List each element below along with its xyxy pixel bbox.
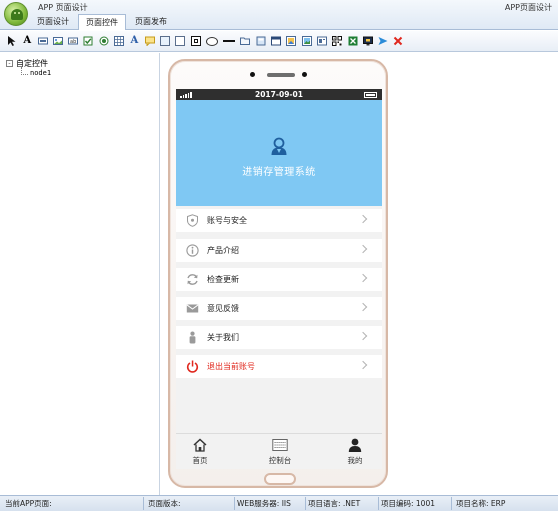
menu-label: 意见反馈 (207, 304, 239, 313)
menu-label: 账号与安全 (207, 216, 247, 225)
info-icon (186, 244, 199, 257)
title-bar: APP 页面设计 APP页面设计 页面设计 页面控件 页面发布 (0, 0, 558, 30)
status-project-name: 项目名称: ERP (456, 499, 506, 508)
svg-text:ab: ab (70, 39, 76, 45)
tab-page-publish[interactable]: 页面发布 (128, 14, 174, 29)
mail-icon (186, 304, 199, 313)
checkbox-icon[interactable] (83, 36, 93, 46)
nav-label: 我的 (347, 456, 363, 465)
nav-home[interactable]: 首页 (180, 437, 220, 469)
keyboard-icon (272, 439, 288, 451)
refresh-icon (187, 274, 198, 285)
camera-icon (250, 72, 255, 77)
nav-label: 首页 (192, 456, 208, 465)
app-title: 进销存管理系统 (242, 167, 316, 178)
ellipse-icon[interactable] (205, 36, 218, 46)
chevron-right-icon (358, 214, 368, 224)
excel-icon[interactable] (348, 36, 358, 46)
battery-icon (364, 92, 377, 98)
status-divider (234, 497, 235, 510)
tab-page-design[interactable]: 页面设计 (30, 14, 76, 29)
monitor-icon[interactable] (362, 36, 373, 46)
radio-icon[interactable] (99, 36, 109, 46)
shield-icon (187, 214, 198, 227)
nav-profile[interactable]: 我的 (335, 437, 375, 469)
pointer-icon[interactable] (7, 36, 17, 46)
sensor-icon (302, 72, 307, 77)
chevron-right-icon (358, 360, 368, 370)
chevron-right-icon (358, 273, 368, 283)
menu-label: 退出当前账号 (207, 362, 255, 371)
nav-label: 控制台 (268, 456, 292, 465)
line-icon[interactable] (223, 40, 236, 42)
menu-item-check-update[interactable]: 检查更新 (176, 268, 382, 291)
control-tree-panel: - 自定控件 node1 (0, 53, 160, 495)
comment-icon[interactable] (144, 36, 155, 46)
person-icon (189, 331, 196, 344)
chevron-right-icon (358, 302, 368, 312)
user-avatar-icon (271, 137, 287, 155)
table-icon[interactable] (114, 36, 125, 46)
image-icon[interactable] (52, 36, 63, 46)
status-divider (305, 497, 306, 510)
menu-label: 检查更新 (207, 275, 239, 284)
menu-item-product-intro[interactable]: 产品介绍 (176, 239, 382, 262)
menu-item-about-us[interactable]: 关于我们 (176, 326, 382, 349)
home-icon (193, 438, 207, 452)
speaker-grille (267, 73, 295, 77)
textbox-icon[interactable]: ab (68, 36, 79, 46)
status-divider (378, 497, 379, 510)
app-banner: 进销存管理系统 (176, 100, 382, 206)
window-title-right: APP页面设计 (504, 3, 552, 12)
status-divider (451, 497, 452, 510)
window-icon[interactable] (271, 36, 282, 46)
tab-page-controls[interactable]: 页面控件 (78, 14, 126, 30)
chevron-right-icon (358, 331, 368, 341)
frame-icon[interactable] (316, 36, 327, 46)
control-toolbar: A ab A (0, 31, 558, 52)
nav-console[interactable]: 控制台 (260, 437, 300, 469)
bottom-navigation: 首页 控制台 我的 (176, 433, 382, 469)
phone-frame: 2017-09-01 进销存管理系统 账号与安全 产品介绍 检查更新 意见反馈 … (168, 59, 388, 488)
tree-node-child[interactable]: node1 (30, 69, 51, 77)
tree-collapse-icon[interactable]: - (6, 60, 13, 67)
phone-screen: 2017-09-01 进销存管理系统 账号与安全 产品介绍 检查更新 意见反馈 … (176, 89, 382, 469)
send-icon[interactable] (378, 36, 388, 46)
phone-status-bar: 2017-09-01 (176, 89, 382, 100)
menu-label: 关于我们 (207, 333, 239, 342)
menu-item-account-security[interactable]: 账号与安全 (176, 209, 382, 232)
status-web-server: WEB服务器: IIS (237, 499, 291, 508)
panel-icon[interactable] (159, 36, 170, 46)
text-icon[interactable]: A (22, 35, 32, 47)
delete-icon[interactable] (393, 36, 403, 46)
design-canvas[interactable]: 2017-09-01 进销存管理系统 账号与安全 产品介绍 检查更新 意见反馈 … (161, 53, 558, 495)
status-page-version: 页面版本: (148, 499, 181, 508)
status-language: 项目语言: .NET (308, 499, 361, 508)
picture-icon[interactable] (286, 36, 297, 46)
filled-rect-icon[interactable] (190, 36, 201, 46)
user-icon (348, 438, 362, 452)
chevron-right-icon (358, 244, 368, 254)
status-current-page: 当前APP页面: (5, 499, 52, 508)
status-divider (143, 497, 144, 510)
tree-connector (21, 67, 28, 75)
status-time: 2017-09-01 (255, 90, 303, 99)
status-bar: 当前APP页面: 页面版本: WEB服务器: IIS 项目语言: .NET 项目… (0, 495, 558, 511)
label-icon[interactable] (37, 36, 48, 46)
document-icon[interactable] (256, 36, 266, 46)
menu-item-logout[interactable]: 退出当前账号 (176, 355, 382, 378)
home-button[interactable] (264, 473, 296, 485)
status-project-code: 项目编码: 1001 (381, 499, 435, 508)
android-logo-icon[interactable] (4, 2, 28, 26)
rectangle-icon[interactable] (175, 36, 186, 46)
folder-icon[interactable] (240, 36, 251, 46)
window-title: APP 页面设计 (38, 3, 88, 12)
ribbon-tabs: 页面设计 页面控件 页面发布 (30, 14, 176, 30)
power-icon (186, 360, 199, 373)
qrcode-icon[interactable] (332, 36, 343, 46)
gallery-icon[interactable] (301, 36, 312, 46)
menu-label: 产品介绍 (207, 246, 239, 255)
font-icon[interactable]: A (129, 35, 139, 47)
menu-item-feedback[interactable]: 意见反馈 (176, 297, 382, 320)
